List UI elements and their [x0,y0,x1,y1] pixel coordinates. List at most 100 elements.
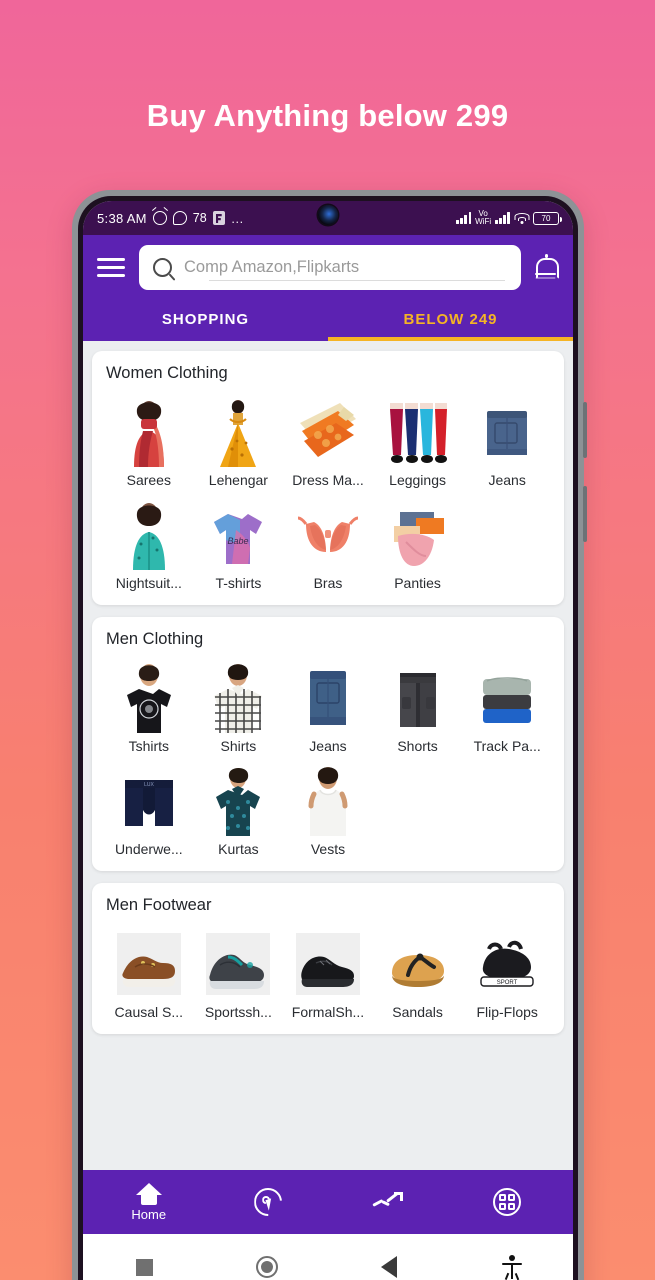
phone-volume-button[interactable] [583,402,587,458]
battery-level: 70 [541,213,551,223]
category-bras[interactable]: Bras [283,492,373,595]
hamburger-menu-icon[interactable] [97,257,127,279]
bottom-navigation-bar: Home [83,1170,573,1234]
tab-bar: SHOPPING BELOW 249 [83,299,573,341]
trackpants-image [483,677,532,723]
search-icon [153,258,172,277]
android-system-nav [83,1234,573,1280]
category-jeans-men[interactable]: Jeans [283,655,373,758]
section-title: Men Clothing [106,630,204,648]
phone-power-button[interactable] [583,486,587,542]
category-sandals[interactable]: Sandals [373,921,463,1024]
category-grid: Sarees Lehengar Dress Ma... Leggings Jea… [104,389,552,595]
vowifi-label: Vo WiFi [475,209,492,227]
notification-bell-icon[interactable] [533,253,559,282]
home-icon [135,1182,162,1205]
category-label: T-shirts [215,575,262,591]
category-thumbnail: SPORT [464,927,550,999]
accessibility-icon [501,1255,522,1279]
category-thumbnail [285,395,371,467]
category-thumbnail [106,927,192,999]
battery-icon: 70 [533,211,562,225]
category-flip-flops[interactable]: SPORT Flip-Flops [462,921,552,1024]
nav-item-trending[interactable] [328,1191,448,1213]
category-casual-shoes[interactable]: Causal S... [104,921,194,1024]
nav-item-offers[interactable] [209,1188,329,1216]
category-thumbnail [285,927,371,999]
shirt-check-image [214,664,263,733]
accessibility-button[interactable] [451,1255,574,1279]
svg-text:LUX: LUX [144,782,154,788]
category-jeans-women[interactable]: Jeans [462,389,552,492]
category-thumbnail [196,927,282,999]
nav-item-label: Home [131,1206,167,1222]
section-title: Men Footwear [106,896,212,914]
tab-shopping[interactable]: SHOPPING [83,299,328,341]
category-thumbnail: Babe [196,498,282,570]
category-dress-material[interactable]: Dress Ma... [283,389,373,492]
search-input[interactable]: Comp Amazon,Flipkarts [184,258,359,277]
category-label: Panties [394,575,441,591]
category-thumbnail [375,927,461,999]
category-sarees[interactable]: Sarees [104,389,194,492]
tshirt-women-image: Babe [214,514,263,564]
category-vests[interactable]: Vests [283,758,373,861]
flipflop-image: SPORT [480,940,534,987]
phone-bezel: 5:38 AM 78 … Vo WiFi 70 Comp Amazon,Flip… [78,196,578,1280]
category-thumbnail [464,661,550,733]
wifi-text: WiFi [475,217,492,226]
trending-up-icon [372,1191,403,1213]
target-click-icon [254,1188,283,1216]
category-thumbnail [196,395,282,467]
dress-material-image [299,403,356,457]
phone-frame: 5:38 AM 78 … Vo WiFi 70 Comp Amazon,Flip… [72,190,587,1280]
app-bar: Comp Amazon,Flipkarts [83,235,573,299]
status-bar-left: 5:38 AM 78 … [97,211,245,226]
home-circle-icon [255,1256,278,1278]
saree-image [133,401,164,467]
category-label: Causal S... [114,1004,184,1020]
signal-bars-sim2-icon [495,212,510,224]
category-label: Bras [313,575,343,591]
category-label: Shirts [220,738,257,754]
category-label: Tshirts [128,738,170,754]
section-women-clothing: Women Clothing Sarees Lehengar Dress Ma.… [92,351,564,605]
category-thumbnail [285,764,371,836]
nav-item-home[interactable]: Home [89,1182,209,1222]
recents-button[interactable] [83,1258,206,1276]
category-grid: Causal S... Sportssh... FormalSh... Sand… [104,921,552,1024]
category-track-pants[interactable]: Track Pa... [462,655,552,758]
back-button[interactable] [328,1256,451,1278]
category-scroll-area[interactable]: Women Clothing Sarees Lehengar Dress Ma.… [83,341,573,1170]
tab-below-249[interactable]: BELOW 249 [328,299,573,341]
nav-item-categories[interactable] [448,1188,568,1216]
jeans-folded-image [487,411,528,455]
notification-count: 78 [192,211,207,225]
section-title: Women Clothing [106,364,228,382]
category-label: Nightsuit... [115,575,182,591]
category-lehengar[interactable]: Lehengar [194,389,284,492]
category-label: Sarees [126,472,171,488]
category-thumbnail [196,764,282,836]
panties-image [393,512,444,566]
underwear-image: LUX [124,780,173,826]
home-button[interactable] [206,1256,329,1278]
nightsuit-image [132,503,165,570]
category-shorts[interactable]: Shorts [373,655,463,758]
search-bar[interactable]: Comp Amazon,Flipkarts [139,245,521,290]
category-label: FormalSh... [291,1004,365,1020]
category-formal-shoes[interactable]: FormalSh... [283,921,373,1024]
category-shirts[interactable]: Shirts [194,655,284,758]
category-nightsuits[interactable]: Nightsuit... [104,492,194,595]
category-label: Vests [310,841,346,857]
category-tshirts-men[interactable]: Tshirts [104,655,194,758]
category-label: Jeans [488,472,526,488]
jeans-folded-image [309,671,346,725]
category-tshirts-women[interactable]: Babe T-shirts [194,492,284,595]
category-leggings[interactable]: Leggings [373,389,463,492]
category-sports-shoes[interactable]: Sportssh... [194,921,284,1024]
category-label: Lehengar [208,472,268,488]
category-underwear[interactable]: LUX Underwe... [104,758,194,861]
category-kurtas[interactable]: Kurtas [194,758,284,861]
category-panties[interactable]: Panties [373,492,463,595]
